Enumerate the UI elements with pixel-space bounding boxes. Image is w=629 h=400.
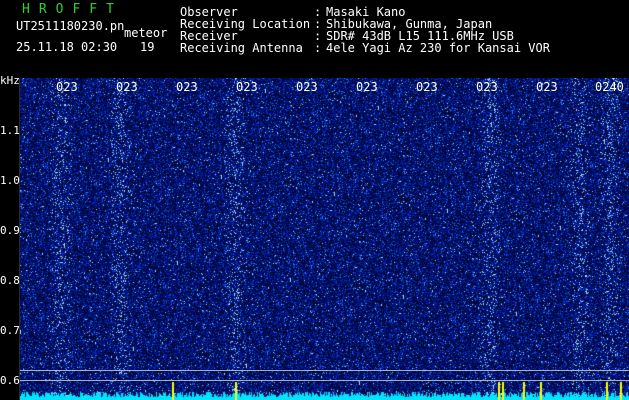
y-tick-label: 0.7 bbox=[0, 324, 20, 337]
time-tick-label: 0240 bbox=[595, 80, 624, 94]
time-tick-label: 023 bbox=[416, 80, 438, 94]
app-brand: HROFFT bbox=[22, 2, 123, 17]
y-tick-label: 0.8 bbox=[0, 274, 20, 287]
time-tick-label: 023 bbox=[536, 80, 558, 94]
file-tag: meteor bbox=[124, 26, 168, 40]
time-tick-label: 023 bbox=[56, 80, 78, 94]
time-tick-label: 023 bbox=[356, 80, 378, 94]
colon: : bbox=[314, 41, 322, 55]
time-tick-label: 023 bbox=[476, 80, 498, 94]
y-tick-label: 1.0 bbox=[0, 174, 20, 187]
time-tick-label: 023 bbox=[236, 80, 258, 94]
time-tick-label: 023 bbox=[116, 80, 138, 94]
file-name: UT2511180230.pn bbox=[16, 19, 125, 33]
time-tick-label: 023 bbox=[176, 80, 198, 94]
y-tick-label: 1.1 bbox=[0, 124, 20, 137]
info-label-antenna: Receiving Antenna bbox=[180, 41, 303, 55]
time-tick-label: 023 bbox=[296, 80, 318, 94]
spectrogram-plot bbox=[20, 78, 629, 400]
y-tick-label: 0.6 bbox=[0, 374, 20, 387]
y-tick-label: 0.9 bbox=[0, 224, 20, 237]
info-value-antenna: 4ele Yagi Az 230 for Kansai VOR bbox=[326, 41, 550, 55]
y-axis-unit: kHz bbox=[0, 74, 20, 87]
band-marker-line-lower bbox=[20, 380, 629, 381]
spectrogram-canvas bbox=[20, 78, 629, 400]
file-datetime: 25.11.18 02:30 bbox=[16, 40, 118, 54]
band-marker-line-upper bbox=[20, 370, 629, 371]
header: HROFFT UT2511180230.pn meteor 25.11.18 0… bbox=[0, 0, 629, 78]
detection-count: 19 bbox=[140, 40, 155, 54]
